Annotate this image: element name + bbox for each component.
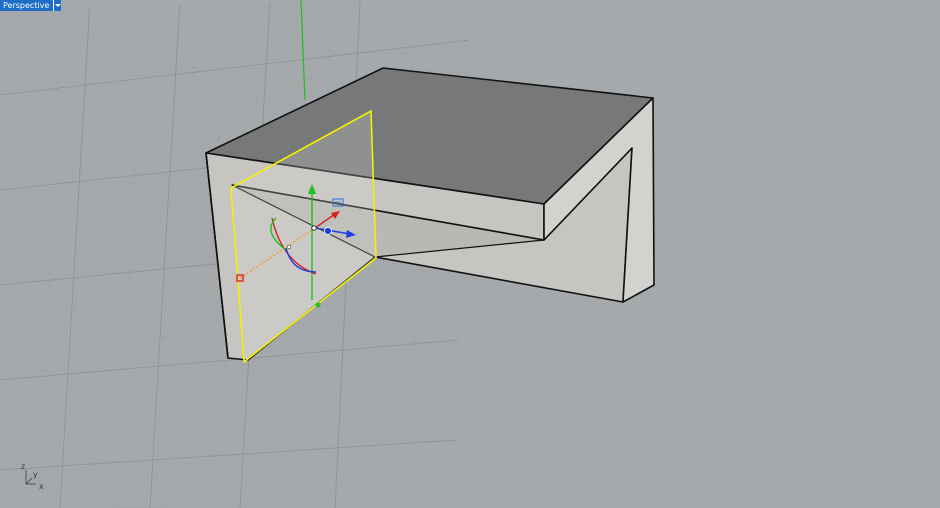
viewport-menu-button[interactable] [53,0,62,11]
axis-label-y: y [33,470,38,479]
gizmo-center-point[interactable] [311,225,317,231]
viewport-scene[interactable]: z y x [0,0,940,508]
axis-label-z: z [21,462,25,471]
viewport-title-label[interactable]: Perspective [0,0,54,11]
gizmo-z-handle[interactable] [324,227,332,235]
viewport-title-tab[interactable]: Perspective [0,0,62,11]
perspective-viewport[interactable]: z y x Perspective [0,0,940,508]
gizmo-y-handle[interactable] [315,302,321,308]
axis-label-x: x [39,482,44,491]
chevron-down-icon [54,4,61,7]
